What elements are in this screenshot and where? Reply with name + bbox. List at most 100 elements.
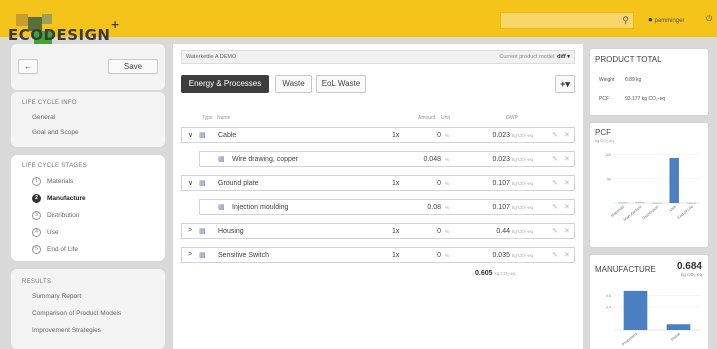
sidebar-item-distribution[interactable]: 3 Distribution (32, 211, 80, 220)
table-row[interactable]: ▩ Injection moulding 0.08% 0.107 kg CO₂-eq ✎ ✕ (199, 199, 575, 215)
process-type-icon: ▩ (199, 252, 206, 259)
row-amount[interactable]: 0 (433, 228, 441, 235)
sidebar-item-improvement-strategies[interactable]: Improvement Strategies (32, 327, 101, 334)
edit-icon[interactable]: ✎ (552, 131, 558, 139)
table-row[interactable]: ▩ Wire drawing, copper 0.048% 0.023 kg CO₂-e… (199, 151, 575, 167)
row-name[interactable]: Wire drawing, copper (232, 156, 298, 163)
row-gwp-unit: kg CO₂-eq (512, 133, 534, 138)
search-input[interactable]: ⚲ (500, 12, 634, 29)
row-amount[interactable]: 0.08 (419, 204, 441, 211)
expand-toggle-icon[interactable]: ∨ (188, 131, 193, 139)
table-row[interactable]: > ▩ Sensitive Switch 1x 0% 0.035 kg CO₂-eq ✎ ✕ (181, 247, 575, 263)
process-type-icon: ▩ (199, 132, 206, 139)
row-amount[interactable]: 0 (433, 132, 441, 139)
column-header-unit: Unit (441, 115, 450, 121)
life-cycle-stages-panel: LIFE CYCLE STAGES 1 Materials 2 Manufactur… (11, 155, 165, 261)
bar (623, 290, 648, 330)
tab-waste[interactable]: Waste (275, 75, 312, 93)
life-cycle-info-title: LIFE CYCLE INFO (22, 100, 77, 106)
delete-icon[interactable]: ✕ (564, 227, 570, 235)
tab-energy-processes[interactable]: Energy & Processes (181, 75, 269, 93)
row-quantity: 1x (392, 180, 400, 187)
column-header-amount: Amount (418, 115, 436, 121)
main-content: Waterkettle A DEMO Current product model… (173, 44, 583, 349)
pcf-chart: 100 50 MaterialsManufactureDistribution Use… (605, 153, 700, 222)
bar (669, 158, 679, 203)
delete-icon[interactable]: ✕ (564, 203, 570, 211)
delete-icon[interactable]: ✕ (564, 179, 570, 187)
expand-toggle-icon[interactable]: > (188, 227, 192, 234)
pcf-chart-panel: PCF kg CO₂-eq 100 50 Materials Manufacture D… (589, 122, 709, 248)
life-cycle-stages-title: LIFE CYCLE STAGES (22, 163, 88, 169)
y-tick-label: 50 (607, 177, 611, 181)
table-row[interactable]: > ▩ Housing 1x 0% 0.44 kg CO₂-eq ✎ ✕ (181, 223, 575, 239)
row-amount[interactable]: 0.048 (419, 156, 441, 163)
sidebar-item-manufacture[interactable]: 2 Manufacture (32, 194, 86, 203)
user-menu[interactable]: ● pamminger (648, 15, 685, 24)
row-amount[interactable]: 0 (433, 252, 441, 259)
sidebar-actions-panel: ← Save (11, 44, 165, 90)
row-name[interactable]: Ground plate (218, 180, 258, 187)
edit-icon[interactable]: ✎ (552, 203, 558, 211)
bar (666, 324, 691, 330)
expand-toggle-icon[interactable]: ∨ (188, 179, 193, 187)
row-unit[interactable]: % (445, 229, 449, 234)
row-unit[interactable]: % (445, 157, 449, 162)
row-unit[interactable]: % (445, 133, 449, 138)
sidebar-item-goal-and-scope[interactable]: Goal and Scope (32, 129, 79, 136)
row-unit[interactable]: % (445, 205, 449, 210)
save-button[interactable]: Save (108, 59, 158, 74)
pcf-row: PCF 93.177 kg CO₂-eq (599, 96, 666, 102)
manufacture-value: 0.684 (676, 261, 702, 272)
weight-row: Weight 0.89 kg (599, 77, 642, 83)
process-type-icon: ▩ (218, 204, 225, 211)
sidebar-item-comparison[interactable]: Comparison of Product Models (32, 310, 121, 317)
delete-icon[interactable]: ✕ (564, 155, 570, 163)
current-model-selector[interactable]: Current product model: diff ▾ (499, 54, 570, 60)
row-gwp: 0.023 (492, 156, 510, 163)
manufacture-chart: 0.6 0.4 Processes Waste (606, 290, 700, 347)
y-tick-label: 0.6 (606, 294, 611, 298)
back-button[interactable]: ← (18, 59, 38, 74)
x-tick-label: Processes (621, 331, 639, 347)
row-name[interactable]: Injection moulding (232, 204, 288, 211)
x-tick-label: Use (668, 203, 677, 212)
tab-eol-waste[interactable]: EoL Waste (316, 75, 366, 93)
row-unit[interactable]: % (445, 181, 449, 186)
row-gwp-unit: kg CO₂-eq (512, 181, 534, 186)
edit-icon[interactable]: ✎ (552, 251, 558, 259)
user-name: pamminger (654, 18, 685, 24)
row-gwp: 0.107 (492, 204, 510, 211)
y-tick-label: 100 (605, 153, 611, 157)
sidebar-item-use[interactable]: 4 Use (32, 228, 59, 237)
edit-icon[interactable]: ✎ (552, 155, 558, 163)
add-item-button[interactable]: +▾ (555, 75, 575, 93)
search-icon[interactable]: ⚲ (622, 15, 629, 26)
top-bar: ECODESIGN+ ⚲ ● pamminger ⏻ (0, 0, 717, 45)
row-amount[interactable]: 0 (433, 180, 441, 187)
sidebar-item-end-of-life[interactable]: 5 End of Life (32, 245, 78, 254)
row-name[interactable]: Sensitive Switch (218, 252, 269, 259)
column-header-gwp: GWP (506, 115, 518, 121)
manufacture-total: 0.605 kg CO₂-eq (475, 270, 516, 277)
pcf-chart-title: PCF (595, 128, 611, 137)
delete-icon[interactable]: ✕ (564, 131, 570, 139)
row-gwp: 0.107 (492, 180, 510, 187)
row-unit[interactable]: % (445, 253, 449, 258)
process-type-icon: ▩ (218, 156, 225, 163)
sidebar-item-general[interactable]: General (32, 114, 55, 121)
row-gwp-unit: kg CO₂-eq (512, 205, 534, 210)
expand-toggle-icon[interactable]: > (188, 251, 192, 258)
manufacture-chart-panel: MANUFACTURE 0.684 kg CO₂-eq 0.6 0.4 Proces… (589, 254, 709, 349)
table-row[interactable]: ∨ ▩ Ground plate 1x 0% 0.107 kg CO₂-eq ✎ ✕ (181, 175, 575, 191)
sidebar-item-summary-report[interactable]: Summary Report (32, 293, 81, 300)
edit-icon[interactable]: ✎ (552, 179, 558, 187)
row-name[interactable]: Cable (218, 132, 236, 139)
delete-icon[interactable]: ✕ (564, 251, 570, 259)
logo[interactable]: ECODESIGN+ (4, 14, 154, 45)
edit-icon[interactable]: ✎ (552, 227, 558, 235)
sidebar-item-materials[interactable]: 1 Materials (32, 177, 73, 186)
row-name[interactable]: Housing (218, 228, 244, 235)
table-row[interactable]: ∨ ▩ Cable 1x 0% 0.023 kg CO₂-eq ✎ ✕ (181, 127, 575, 143)
power-icon[interactable]: ⏻ (706, 14, 712, 24)
